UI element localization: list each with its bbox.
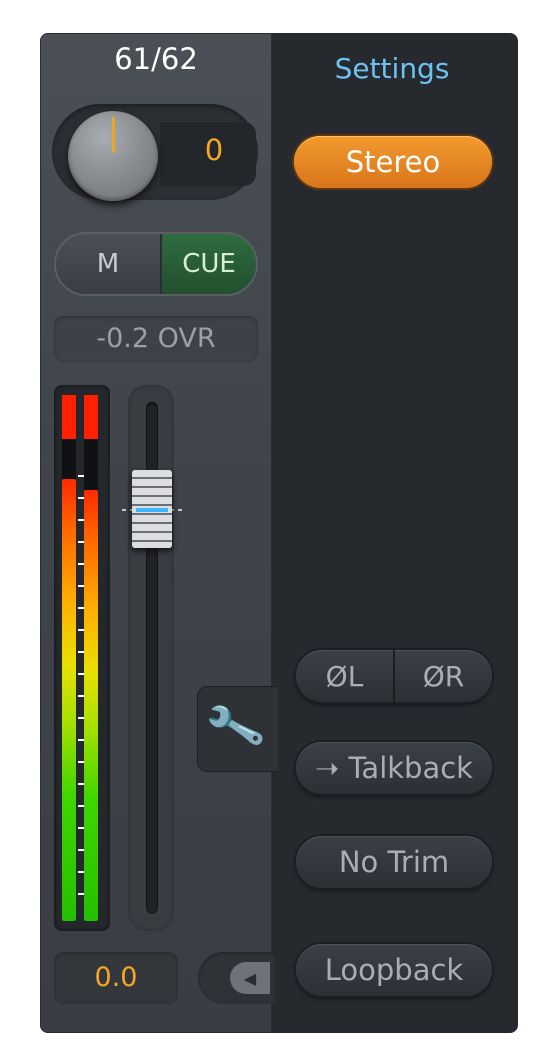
- meter-tick: [78, 497, 84, 499]
- meter-right-bar: [84, 490, 98, 921]
- meter-tick: [78, 827, 84, 829]
- phase-invert-right-button[interactable]: ØR: [395, 650, 492, 702]
- meter-left-bar: [62, 479, 76, 921]
- phase-invert-left-button[interactable]: ØL: [296, 650, 395, 702]
- meter-left-peak: [62, 395, 76, 439]
- level-readout: -0.2 OVR: [54, 316, 258, 362]
- no-trim-button[interactable]: No Trim: [296, 836, 492, 888]
- meter-tick: [78, 519, 84, 521]
- meter-tick: [78, 783, 84, 785]
- meter-tick: [78, 761, 84, 763]
- meter-tick: [78, 805, 84, 807]
- gain-value[interactable]: 0: [160, 133, 262, 167]
- meter-tick: [78, 717, 84, 719]
- meter-tick: [78, 695, 84, 697]
- meter-tick: [78, 629, 84, 631]
- meter-tick: [78, 541, 84, 543]
- fader-handle-line: [136, 508, 168, 512]
- meter-tick: [78, 475, 84, 477]
- phase-invert-group: ØL ØR: [296, 650, 492, 702]
- meter-tick: [78, 673, 84, 675]
- meter-tick: [78, 849, 84, 851]
- meter-tick: [78, 585, 84, 587]
- level-meter: [54, 385, 110, 931]
- mute-button[interactable]: M: [56, 234, 162, 294]
- cue-button[interactable]: CUE: [162, 234, 256, 294]
- channel-count-label: 61/62: [114, 42, 198, 76]
- loopback-button[interactable]: Loopback: [296, 944, 492, 996]
- meter-right-peak: [84, 395, 98, 439]
- mute-cue-group: M CUE: [56, 234, 256, 294]
- talkback-button[interactable]: ➝ Talkback: [296, 742, 492, 794]
- stereo-button[interactable]: Stereo: [294, 136, 492, 188]
- volume-readout[interactable]: 0.0: [54, 952, 178, 1004]
- settings-title: Settings: [334, 52, 450, 85]
- chevron-left-icon[interactable]: ◀: [230, 962, 270, 994]
- gain-knob-pointer: [112, 117, 115, 153]
- meter-tick: [78, 607, 84, 609]
- meter-tick: [78, 651, 84, 653]
- meter-tick: [78, 871, 84, 873]
- meter-tick: [78, 893, 84, 895]
- meter-tick: [78, 563, 84, 565]
- meter-tick: [78, 739, 84, 741]
